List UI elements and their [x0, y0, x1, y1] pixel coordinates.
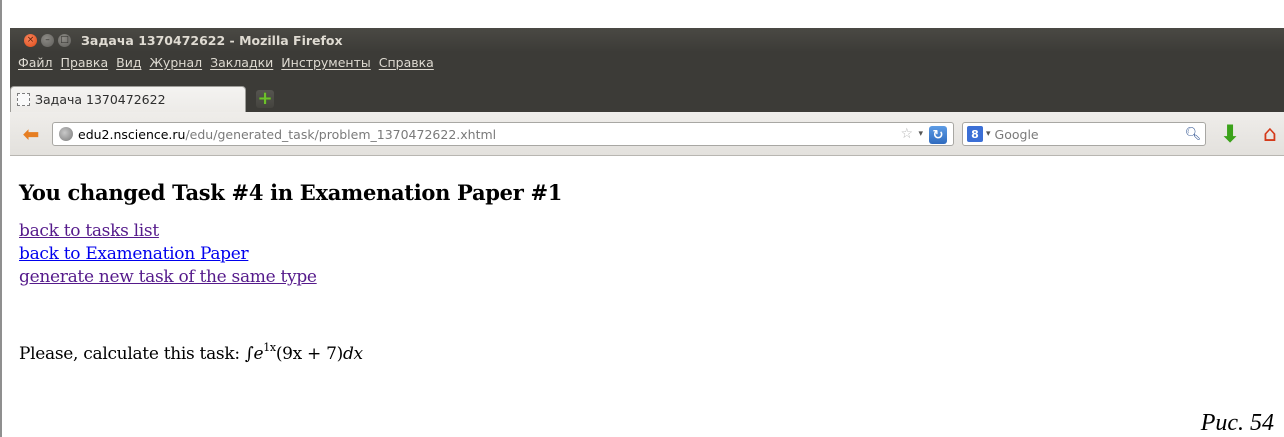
menu-tools[interactable]: Инструменты — [281, 55, 370, 70]
page-favicon-icon — [17, 93, 30, 106]
tab-strip: Задача 1370472622 + — [10, 72, 1284, 112]
maximize-icon[interactable]: □ — [58, 33, 71, 47]
menu-help[interactable]: Справка — [379, 55, 434, 70]
search-engine-dropdown-icon[interactable]: ▾ — [986, 129, 991, 139]
back-to-paper-link[interactable]: back to Examenation Paper — [19, 244, 249, 264]
new-tab-button[interactable]: + — [256, 90, 274, 108]
task-formula: ∫e1x(9x + 7)dx — [245, 341, 363, 364]
menu-edit[interactable]: Правка — [61, 55, 109, 70]
bookmark-star-icon[interactable]: ☆ — [900, 126, 913, 142]
menu-bookmarks[interactable]: Закладки — [210, 55, 273, 70]
window-title: Задача 1370472622 - Mozilla Firefox — [81, 32, 343, 48]
window-titlebar: × – □ Задача 1370472622 - Mozilla Firefo… — [10, 28, 1284, 52]
url-host: edu2.nscience.ru — [78, 126, 186, 142]
formula-differential: dx — [342, 344, 363, 364]
search-icon[interactable]: 🔍︎ — [1185, 126, 1202, 142]
search-input[interactable]: Google — [995, 127, 1039, 142]
url-bar[interactable]: edu2.nscience.ru/edu/generated_task/prob… — [52, 122, 954, 146]
menu-file[interactable]: Файл — [18, 55, 53, 70]
tab-label: Задача 1370472622 — [35, 92, 166, 107]
page-content: You changed Task #4 in Examenation Paper… — [10, 157, 1284, 437]
menu-bar: Файл Правка Вид Журнал Закладки Инструме… — [10, 52, 1284, 72]
back-arrow-icon[interactable]: ⬅ — [20, 122, 42, 146]
search-bar[interactable]: 8 ▾ Google 🔍︎ — [962, 122, 1206, 146]
download-icon[interactable]: ⬇ — [1218, 120, 1242, 148]
formula-body: (9x + 7) — [275, 344, 343, 364]
minimize-icon[interactable]: – — [41, 33, 54, 47]
home-icon[interactable]: ⌂ — [1256, 122, 1284, 147]
generate-new-task-link[interactable]: generate new task of the same type — [19, 267, 317, 287]
menu-view[interactable]: Вид — [116, 55, 141, 70]
formula-base: e — [253, 344, 264, 364]
new-tab-icon: + — [257, 88, 273, 109]
navigation-toolbar: ⬅ edu2.nscience.ru/edu/generated_task/pr… — [10, 112, 1284, 156]
page-title: You changed Task #4 in Examenation Paper… — [19, 180, 563, 205]
tab-task[interactable]: Задача 1370472622 — [10, 86, 246, 112]
reload-icon[interactable]: ↻ — [929, 126, 947, 144]
back-to-tasks-link[interactable]: back to tasks list — [19, 221, 159, 241]
menu-history[interactable]: Журнал — [149, 55, 202, 70]
google-icon[interactable]: 8 — [967, 126, 983, 142]
globe-icon — [59, 127, 73, 141]
figure-caption: Рис. 54 — [1200, 410, 1274, 436]
url-history-dropdown-icon[interactable]: ▾ — [918, 129, 923, 139]
url-path: /edu/generated_task/problem_1370472622.x… — [185, 126, 497, 142]
task-prefix: Please, calculate this task: — [19, 344, 245, 364]
formula-exponent: 1x — [263, 341, 276, 354]
task-statement: Please, calculate this task: ∫e1x(9x + 7… — [19, 341, 363, 364]
close-icon[interactable]: × — [24, 33, 37, 47]
